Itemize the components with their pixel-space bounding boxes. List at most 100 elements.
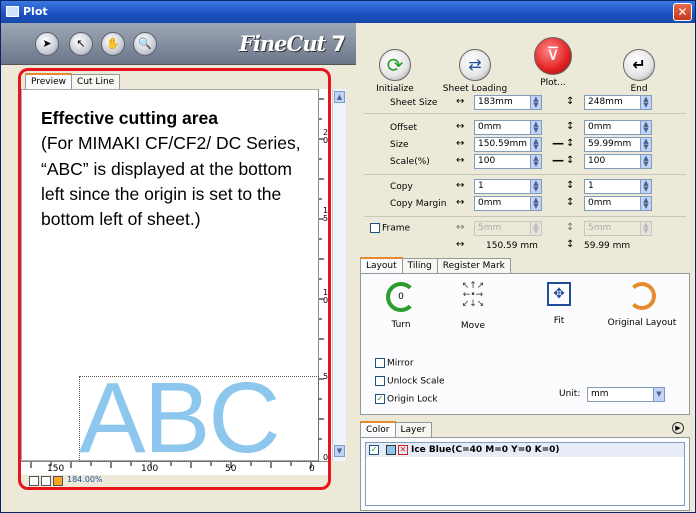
vertical-scrollbar[interactable]: ▲ ▼ (332, 89, 346, 461)
title-bar: Plot ✕ (1, 1, 695, 23)
tab-layout[interactable]: Layout (360, 257, 403, 274)
width-arrow-icon: ↔ (456, 222, 465, 233)
link-dash: — (552, 153, 564, 167)
result-size-row: ↔ 150.59 mm ↕ 59.99 mm (356, 238, 695, 254)
sheet-size-row: Sheet Size ↔ 183mm ▲ ▼ ↕ 248mm ▲ ▼ (356, 95, 695, 111)
width-arrow-icon: ↔ (456, 197, 465, 208)
height-arrow-icon: ↕ (566, 138, 575, 149)
turn-label: Turn (391, 320, 411, 330)
refresh-icon: ⟳ (379, 49, 411, 81)
turn-button[interactable]: 0 Turn (371, 282, 431, 330)
tab-layer[interactable]: Layer (394, 422, 432, 438)
width-arrow-icon: ↔ (456, 138, 465, 149)
plot-window: Plot ✕ ➤ ↖ ✋ 🔍 FineCut 7 ⟳ Initialize ⇄ … (0, 0, 696, 513)
cut-x-icon[interactable]: ✕ (398, 445, 408, 455)
plotter-icon: ⊽ (534, 37, 572, 75)
height-arrow-icon: ↕ (566, 121, 575, 132)
unlock-scale-checkbox[interactable]: Unlock Scale (375, 376, 445, 387)
height-arrow-icon: ↕ (566, 197, 575, 208)
scroll-down-button[interactable]: ▼ (334, 445, 345, 457)
finecut-logo: FineCut 7 (239, 31, 347, 56)
zoom-icon[interactable]: 🔍 (133, 32, 157, 56)
mirror-checkbox[interactable]: Mirror (375, 358, 414, 369)
divider (364, 174, 686, 175)
sheet-loading-button[interactable]: ⇄ Sheet Loading (440, 49, 510, 94)
layout-tabs: Layout Tiling Register Mark (360, 257, 511, 274)
color-tabs: Color Layer (360, 421, 432, 438)
scroll-up-button[interactable]: ▲ (334, 91, 345, 103)
settings-panel: ⟳ Initialize ⇄ Sheet Loading ⊽ Plot... ↵… (356, 23, 695, 512)
scale-x-field[interactable]: 100 ▲ ▼ (474, 154, 542, 169)
annotation-callout: Effective cutting area (For MIMAKI CF/CF… (41, 106, 311, 232)
divider (364, 113, 686, 114)
offset-x-field[interactable]: 0mm ▲ ▼ (474, 120, 542, 135)
sheet-loading-icon: ⇄ (459, 49, 491, 81)
frame-checkbox[interactable]: Frame (370, 223, 410, 234)
close-button[interactable]: ✕ (673, 3, 692, 21)
color-swatch (386, 445, 396, 455)
color-visible-checkbox[interactable]: ✓ (369, 445, 379, 455)
move-label: Move (460, 321, 486, 331)
original-layout-icon (628, 282, 656, 310)
logo-text: FineCut (239, 31, 326, 56)
fit-button[interactable]: ✥ Fit (529, 282, 589, 326)
origin-lock-checkbox[interactable]: ✓ Origin Lock (375, 394, 438, 405)
sheet-loading-label: Sheet Loading (442, 84, 508, 94)
height-arrow-icon: ↕ (566, 222, 575, 233)
list-item[interactable]: ✓ ✕ Ice Blue(C=40 M=0 Y=0 K=0) (366, 443, 684, 457)
offset-label: Offset (390, 123, 418, 133)
width-arrow-icon: ↔ (456, 180, 465, 191)
scale-row: Scale(%) ↔ 100 ▲ ▼ — ↕ 100 ▲ ▼ (356, 153, 695, 170)
initialize-button[interactable]: ⟳ Initialize (360, 49, 430, 94)
scale-label: Scale(%) (390, 157, 430, 167)
sheet-height-field[interactable]: 248mm ▲ ▼ (584, 95, 652, 110)
scale-y-field[interactable]: 100 ▲ ▼ (584, 154, 652, 169)
height-arrow-icon: ↕ (566, 239, 575, 250)
sheet-width-field[interactable]: 183mm ▲ ▼ (474, 95, 542, 110)
selection-arrow-icon[interactable]: ➤ (35, 32, 59, 56)
annotation-body: (For MIMAKI CF/CF2/ DC Series, “ABC” is … (41, 133, 301, 230)
width-arrow-icon: ↔ (456, 239, 465, 250)
color-panel: ✓ ✕ Ice Blue(C=40 M=0 Y=0 K=0) (360, 437, 690, 511)
move-button[interactable]: ↖↑↗ ←•→ ↙↓↘ Move (443, 281, 503, 332)
copy-margin-x-field[interactable]: 0mm ▲ ▼ (474, 196, 542, 211)
hand-icon[interactable]: ✋ (101, 32, 125, 56)
turn-icon: 0 (386, 282, 416, 312)
width-arrow-icon: ↔ (456, 121, 465, 132)
fit-icon: ✥ (547, 282, 571, 306)
copy-y-field[interactable]: 1 ▲ ▼ (584, 179, 652, 194)
tab-register-mark[interactable]: Register Mark (436, 258, 511, 274)
move-icon: ↖↑↗ ←•→ ↙↓↘ (461, 281, 485, 309)
copy-margin-y-field[interactable]: 0mm ▲ ▼ (584, 196, 652, 211)
frame-x-field[interactable]: 5mm ▲ ▼ (474, 221, 542, 236)
logo-version: 7 (331, 32, 347, 56)
frame-y-field[interactable]: 5mm ▲ ▼ (584, 221, 652, 236)
color-list: ✓ ✕ Ice Blue(C=40 M=0 Y=0 K=0) (365, 442, 685, 506)
initialize-label: Initialize (376, 84, 414, 94)
height-arrow-icon: ↕ (566, 180, 575, 191)
result-height: 59.99 mm (584, 241, 631, 251)
original-layout-button[interactable]: Original Layout (597, 282, 687, 328)
play-icon[interactable]: ▶ (672, 422, 684, 434)
size-width-field[interactable]: 150.59mm ▲ ▼ (474, 137, 542, 152)
height-arrow-icon: ↕ (566, 96, 575, 107)
height-arrow-icon: ↕ (566, 155, 575, 166)
window-title: Plot (23, 5, 48, 18)
offset-y-field[interactable]: 0mm ▲ ▼ (584, 120, 652, 135)
app-icon (6, 6, 19, 17)
tab-color[interactable]: Color (360, 421, 396, 438)
end-button[interactable]: ↵ End (604, 49, 674, 94)
plot-button[interactable]: ⊽ Plot... (518, 37, 588, 88)
frame-row: Frame ↔ 5mm ▲ ▼ ↕ 5mm ▲ ▼ (356, 221, 695, 237)
size-height-field[interactable]: 59.99mm ▲ ▼ (584, 137, 652, 152)
width-arrow-icon: ↔ (456, 155, 465, 166)
pointer-arrow-icon[interactable]: ↖ (69, 32, 93, 56)
copy-x-field[interactable]: 1 ▲ ▼ (474, 179, 542, 194)
result-width: 150.59 mm (486, 241, 538, 251)
tab-tiling[interactable]: Tiling (401, 258, 438, 274)
copy-label: Copy (390, 182, 413, 192)
plot-label: Plot... (540, 78, 566, 88)
size-label: Size (390, 140, 409, 150)
unit-select[interactable]: mm ▼ (587, 387, 665, 402)
size-row: Size ↔ 150.59mm ▲ ▼ — ↕ 59.99mm ▲ ▼ (356, 136, 695, 153)
